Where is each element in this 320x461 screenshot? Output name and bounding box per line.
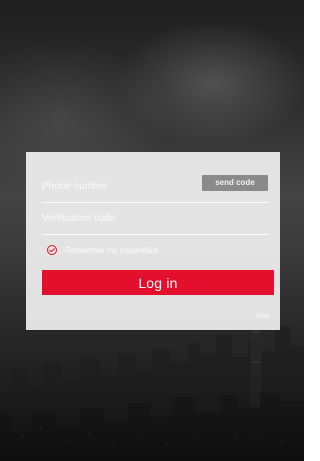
phone-number-input[interactable] [42, 177, 202, 195]
login-panel: send code Remember my credentials Log in… [26, 152, 280, 330]
checkmark-circle-icon [46, 244, 58, 256]
send-code-button[interactable]: send code [202, 175, 268, 191]
login-button[interactable]: Log in [42, 270, 274, 295]
remember-label: Remember my credentials [65, 245, 159, 255]
phone-row: send code [42, 170, 268, 203]
verification-row [42, 202, 268, 235]
remember-credentials[interactable]: Remember my credentials [46, 242, 158, 258]
skip-link[interactable]: Skip [255, 311, 270, 320]
login-screen: send code Remember my credentials Log in… [0, 0, 304, 461]
verification-code-input[interactable] [42, 209, 202, 227]
